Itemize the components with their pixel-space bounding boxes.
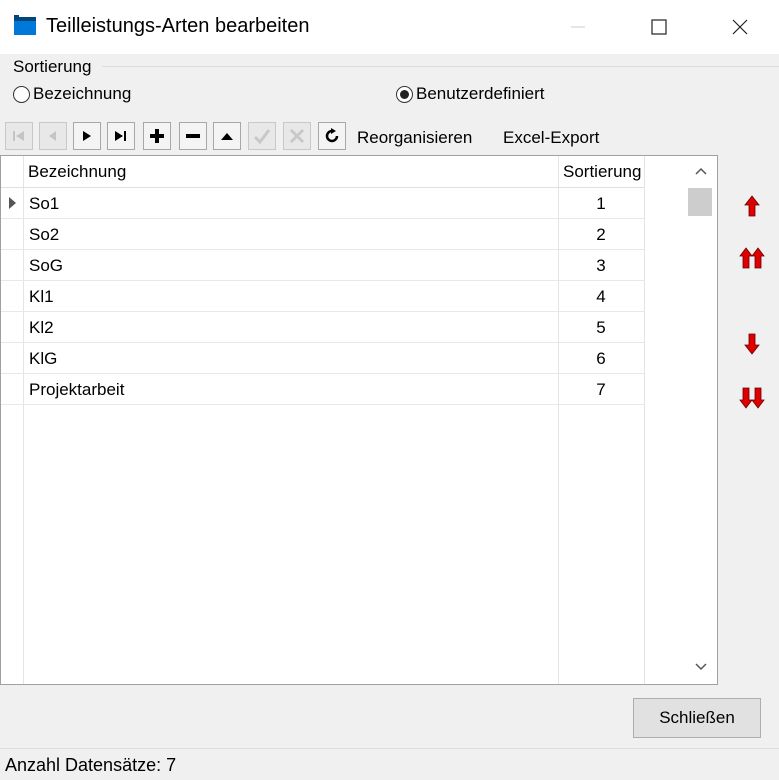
- radio-circle[interactable]: [13, 85, 30, 103]
- reorganize-link[interactable]: Reorganisieren: [357, 128, 472, 148]
- cell-sortierung[interactable]: 3: [558, 250, 644, 281]
- close-button[interactable]: Schließen: [633, 698, 761, 738]
- delete-record-button[interactable]: [179, 122, 207, 150]
- cell-sortierung[interactable]: 7: [558, 374, 644, 405]
- radio-label: Bezeichnung: [33, 84, 132, 103]
- scroll-down-icon[interactable]: [694, 662, 708, 672]
- cell-bezeichnung[interactable]: Kl2: [29, 312, 54, 343]
- status-divider: [0, 748, 779, 749]
- cancel-icon: [289, 128, 305, 144]
- column-header-sortierung[interactable]: Sortierung: [563, 156, 641, 188]
- move-up-icon: [744, 195, 760, 217]
- scroll-up-icon[interactable]: [694, 166, 708, 176]
- cell-sortierung[interactable]: 5: [558, 312, 644, 343]
- maximize-button[interactable]: [629, 0, 689, 54]
- radio-benutzerdefiniert[interactable]: Benutzerdefiniert: [396, 84, 545, 104]
- minimize-button[interactable]: [548, 0, 608, 54]
- refresh-icon: [325, 128, 339, 143]
- blue-window-icon: [14, 15, 36, 35]
- close-window-button[interactable]: [710, 0, 770, 54]
- first-record-button[interactable]: [5, 122, 33, 150]
- prior-record-icon: [49, 131, 56, 141]
- group-divider: [102, 66, 779, 67]
- last-record-button[interactable]: [107, 122, 135, 150]
- radio-label: Benutzerdefiniert: [416, 84, 545, 103]
- sort-group-label: Sortierung: [13, 57, 92, 76]
- table-row[interactable]: So2 2: [1, 219, 645, 250]
- cell-bezeichnung[interactable]: KlG: [29, 343, 57, 374]
- current-row-pointer-icon: [9, 197, 16, 209]
- move-down-icon: [744, 333, 760, 355]
- scroll-thumb[interactable]: [688, 188, 712, 216]
- move-up-button[interactable]: [734, 189, 770, 223]
- first-record-icon: [13, 131, 24, 141]
- cancel-record-button[interactable]: [283, 122, 311, 150]
- refresh-button[interactable]: [318, 122, 346, 150]
- prior-record-button[interactable]: [39, 122, 67, 150]
- radio-dot: [400, 89, 409, 99]
- post-record-button[interactable]: [248, 122, 276, 150]
- table-row[interactable]: Projektarbeit 7: [1, 374, 645, 405]
- cell-sortierung[interactable]: 2: [558, 219, 644, 250]
- column-header-bezeichnung[interactable]: Bezeichnung: [28, 156, 126, 188]
- cell-sortierung[interactable]: 1: [558, 188, 644, 219]
- table-row[interactable]: Kl2 5: [1, 312, 645, 343]
- delete-icon: [186, 134, 200, 138]
- move-to-bottom-icon: [739, 387, 765, 409]
- edit-record-button[interactable]: [213, 122, 241, 150]
- radio-circle[interactable]: [396, 85, 413, 103]
- post-icon: [253, 129, 271, 144]
- last-record-icon: [115, 131, 126, 141]
- minimize-icon: [571, 26, 585, 28]
- cell-sortierung[interactable]: 4: [558, 281, 644, 312]
- data-grid[interactable]: Bezeichnung Sortierung So1 1 So2 2 SoG 3…: [0, 155, 718, 685]
- vertical-scrollbar[interactable]: [684, 156, 717, 684]
- cell-bezeichnung[interactable]: Kl1: [29, 281, 54, 312]
- cell-bezeichnung[interactable]: So1: [29, 188, 59, 219]
- maximize-icon: [651, 19, 667, 35]
- next-record-button[interactable]: [73, 122, 101, 150]
- move-down-button[interactable]: [734, 327, 770, 361]
- cell-bezeichnung[interactable]: Projektarbeit: [29, 374, 124, 405]
- table-row[interactable]: So1 1: [1, 188, 645, 219]
- close-icon: [732, 19, 748, 35]
- edit-icon: [221, 133, 233, 140]
- record-count-status: Anzahl Datensätze: 7: [5, 755, 177, 775]
- cell-bezeichnung[interactable]: So2: [29, 219, 59, 250]
- next-record-icon: [83, 131, 91, 141]
- move-to-top-icon: [739, 247, 765, 269]
- title-bar: Teilleistungs-Arten bearbeiten: [0, 0, 779, 54]
- move-to-bottom-button[interactable]: [734, 381, 770, 415]
- table-row[interactable]: SoG 3: [1, 250, 645, 281]
- cell-sortierung[interactable]: 6: [558, 343, 644, 374]
- insert-icon: [150, 129, 164, 143]
- table-row[interactable]: Kl1 4: [1, 281, 645, 312]
- insert-record-button[interactable]: [143, 122, 171, 150]
- excel-export-link[interactable]: Excel-Export: [503, 128, 599, 148]
- move-to-top-button[interactable]: [734, 241, 770, 275]
- table-row[interactable]: KlG 6: [1, 343, 645, 374]
- radio-bezeichnung[interactable]: Bezeichnung: [13, 84, 131, 104]
- cell-bezeichnung[interactable]: SoG: [29, 250, 63, 281]
- window-title: Teilleistungs-Arten bearbeiten: [46, 15, 310, 37]
